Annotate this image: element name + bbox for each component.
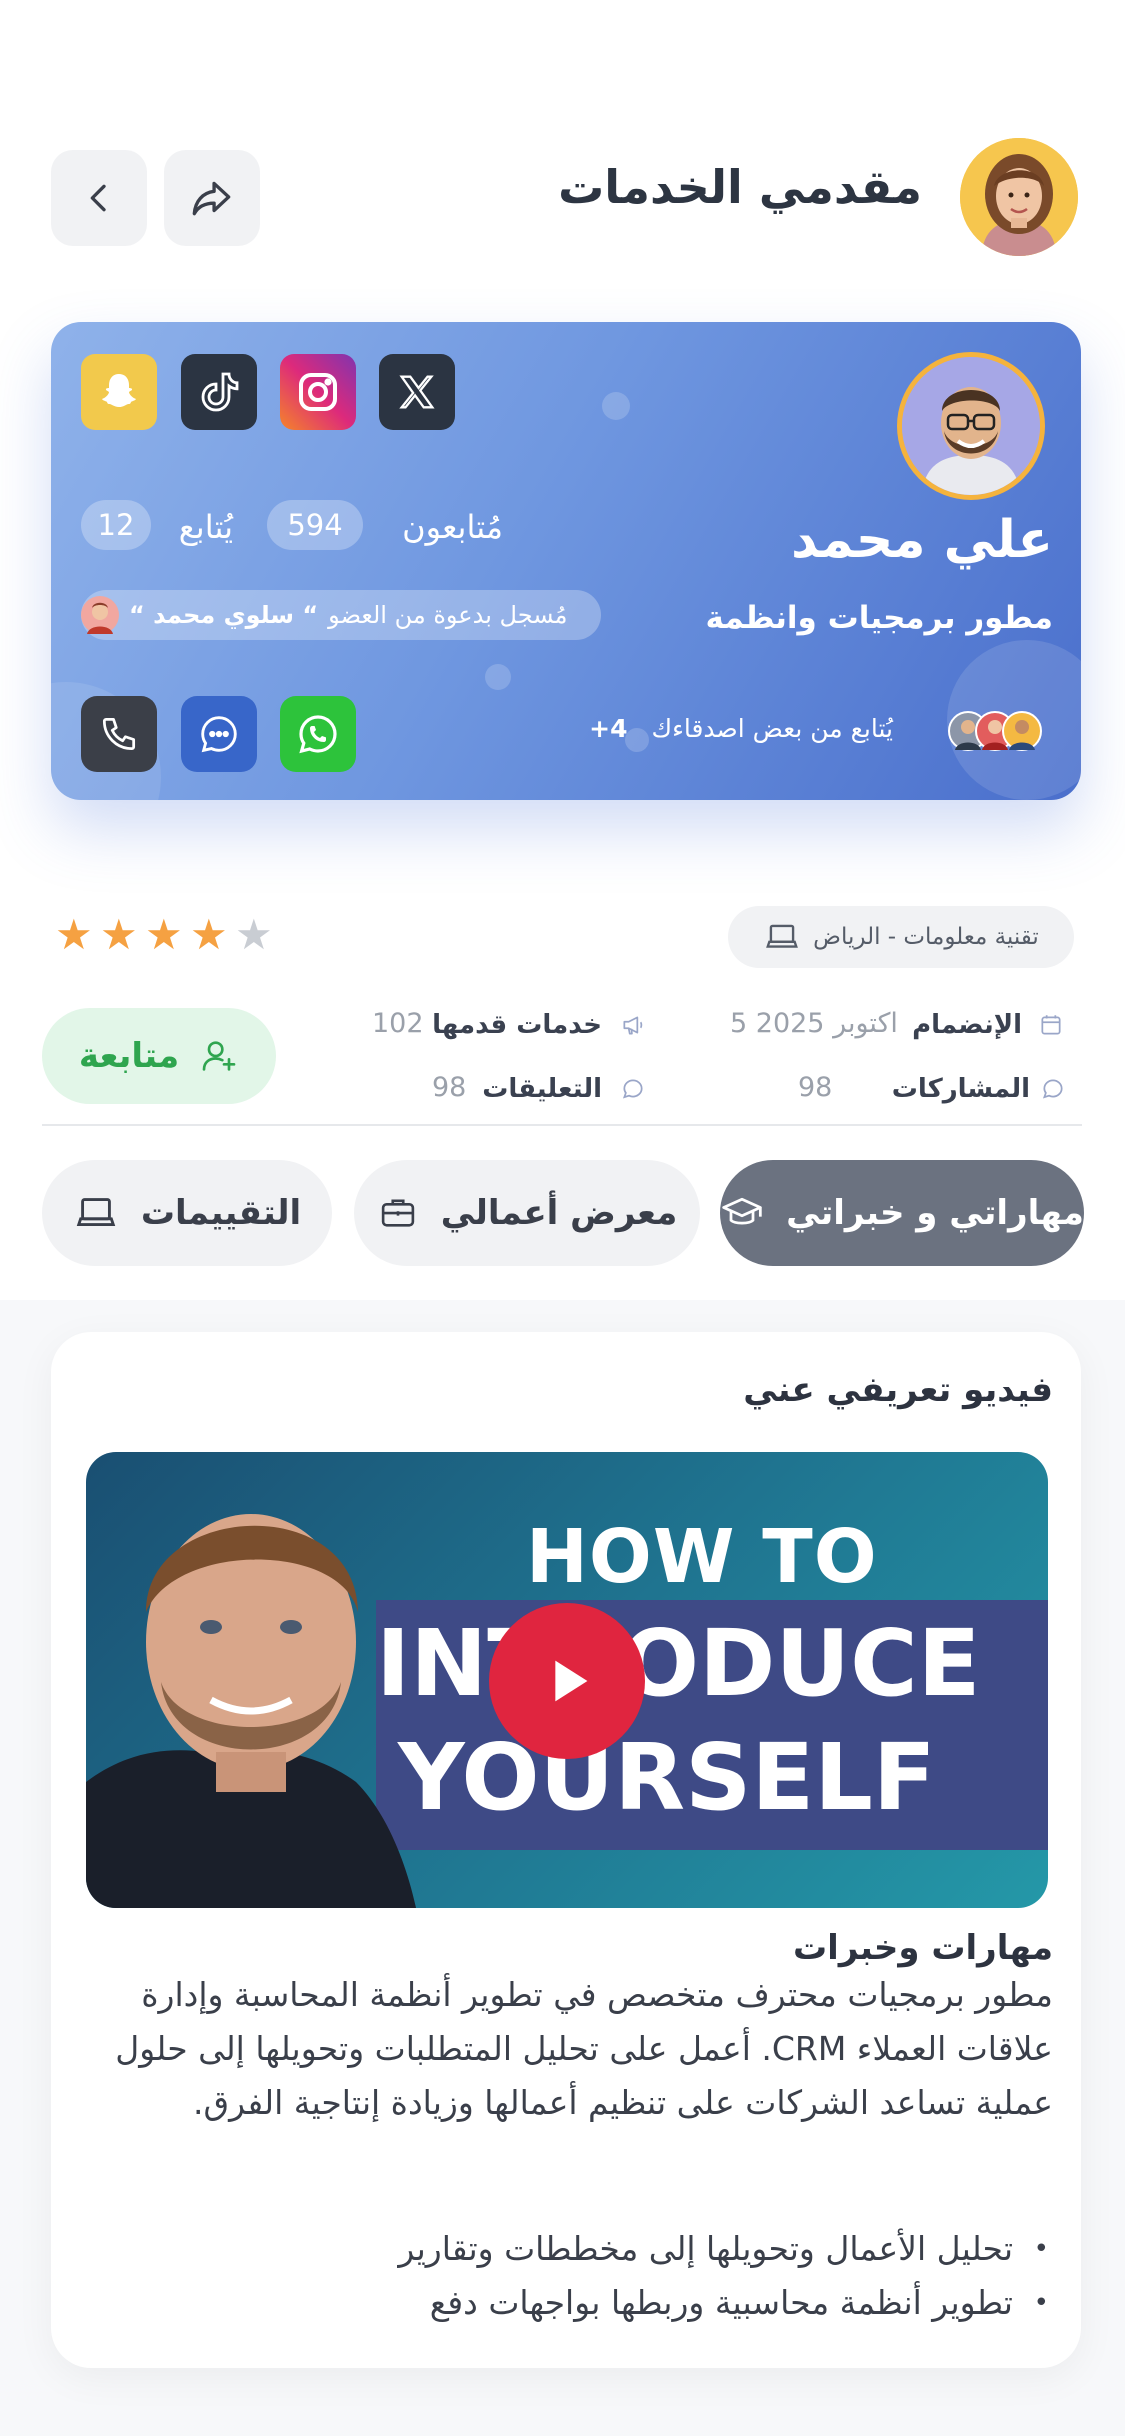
followers-count[interactable]: 594 [267, 500, 363, 550]
tiktok-button[interactable] [181, 354, 257, 430]
comment-icon [622, 1079, 643, 1099]
tiktok-icon [201, 372, 239, 412]
invite-prefix: مُسجل بدعوة من العضو [328, 601, 568, 629]
friends-text: يُتابع من بعض اصدقاءك [651, 714, 893, 743]
followers-label: مُتابعون [402, 508, 503, 546]
whatsapp-button[interactable] [280, 696, 356, 772]
chat-button[interactable] [181, 696, 257, 772]
posts-value: 98 [798, 1072, 833, 1103]
woman-avatar-image [960, 138, 1078, 256]
skills-paragraph: مطور برمجيات محترف متخصص في تطوير أنظمة … [115, 1975, 1053, 2122]
tab-skills-label: مهاراتي و خبراتي [786, 1193, 1084, 1233]
profile-name: علي محمد [790, 510, 1053, 570]
laptop-icon [76, 1198, 116, 1226]
content-card: فيديو تعريفي عني HOW TO INTRODUCE YOURSE… [51, 1332, 1081, 2368]
whatsapp-icon [299, 715, 337, 754]
video-caption-line1: HOW TO [526, 1514, 878, 1600]
category-pill[interactable]: تقنية معلومات - الرياض [728, 906, 1074, 968]
graduation-cap-icon [722, 1197, 762, 1225]
page-title: مقدمي الخدمات [558, 160, 922, 214]
star-icon: ★ [145, 910, 183, 959]
tab-portfolio-label: معرض أعمالي [440, 1193, 678, 1233]
profile-role: مطور برمجيات وانظمة [705, 600, 1053, 636]
play-button[interactable] [489, 1603, 645, 1759]
invite-name: “ سلوي محمد “ [129, 601, 319, 629]
chat-icon [201, 716, 237, 753]
friends-avatars [948, 711, 1042, 751]
share-icon [192, 181, 231, 216]
star-icon: ★ [55, 910, 93, 959]
comment-icon [1042, 1079, 1063, 1099]
follow-button[interactable]: متابعة [42, 1008, 276, 1104]
posts-label: المشاركات [891, 1074, 1030, 1104]
friends-follow-text[interactable]: يُتابع من بعض اصدقاءك 4+ [589, 714, 893, 743]
tab-portfolio[interactable]: معرض أعمالي [354, 1160, 700, 1266]
video-caption-line2: INTRODUCE [376, 1610, 981, 1717]
list-item: تحليل الأعمال وتحويلها إلى مخططات وتقاري… [93, 2222, 1053, 2276]
phone-button[interactable] [81, 696, 157, 772]
add-user-icon [202, 1041, 236, 1071]
calendar-icon [1041, 1015, 1061, 1035]
services-value: 102 [372, 1008, 424, 1039]
x-icon [399, 375, 435, 409]
instagram-button[interactable] [280, 354, 356, 430]
laptop-icon [766, 924, 799, 948]
following-count[interactable]: 12 [81, 500, 151, 550]
invite-pill[interactable]: مُسجل بدعوة من العضو “ سلوي محمد “ [81, 590, 601, 640]
decor-bubble [602, 392, 630, 420]
instagram-icon [299, 373, 337, 411]
play-icon [555, 1660, 588, 1702]
divider [42, 1124, 1082, 1126]
share-button[interactable] [164, 150, 260, 246]
inviter-avatar [81, 596, 119, 634]
megaphone-icon [623, 1016, 643, 1035]
joined-value: 5 اكتوبر 2025 [730, 1008, 898, 1039]
user-avatar[interactable] [960, 138, 1078, 256]
phone-icon [102, 717, 136, 751]
snapchat-button[interactable] [81, 354, 157, 430]
category-label: تقنية معلومات - الرياض [813, 924, 1039, 950]
list-item: تطوير أنظمة محاسبية وربطها بواجهات دفع [93, 2276, 1053, 2330]
friends-more-count: 4+ [589, 714, 628, 743]
back-button[interactable] [51, 150, 147, 246]
chevron-left-icon [90, 184, 106, 212]
intro-video[interactable]: HOW TO INTRODUCE YOURSELF [86, 1452, 1048, 1908]
decor-bubble [485, 664, 511, 690]
follow-label: متابعة [78, 1036, 180, 1076]
star-icon: ★ [190, 910, 228, 959]
following-label: يُتابع [178, 508, 233, 546]
joined-label: الإنضمام [912, 1010, 1022, 1040]
tab-skills[interactable]: مهاراتي و خبراتي [720, 1160, 1084, 1266]
tab-reviews-label: التقييمات [140, 1193, 302, 1233]
profile-card: علي محمد مطور برمجيات وانظمة مُتابعون 59… [51, 322, 1081, 800]
star-icon: ★ [235, 910, 273, 959]
comments-label: التعليقات [482, 1074, 602, 1104]
snapchat-icon [102, 374, 136, 407]
services-label: خدمات قدمها [432, 1010, 602, 1040]
skills-list: تحليل الأعمال وتحويلها إلى مخططات وتقاري… [93, 2222, 1053, 2330]
video-title: فيديو تعريفي عني [743, 1370, 1053, 1410]
star-icon: ★ [100, 910, 138, 959]
comments-value: 98 [432, 1072, 467, 1103]
video-caption-line3: YOURSELF [398, 1724, 936, 1831]
x-button[interactable] [379, 354, 455, 430]
briefcase-icon [381, 1199, 414, 1227]
profile-avatar [897, 352, 1045, 500]
man-avatar-image [902, 357, 1040, 495]
skills-title: مهارات وخبرات [793, 1928, 1053, 1968]
tab-reviews[interactable]: التقييمات [42, 1160, 332, 1266]
